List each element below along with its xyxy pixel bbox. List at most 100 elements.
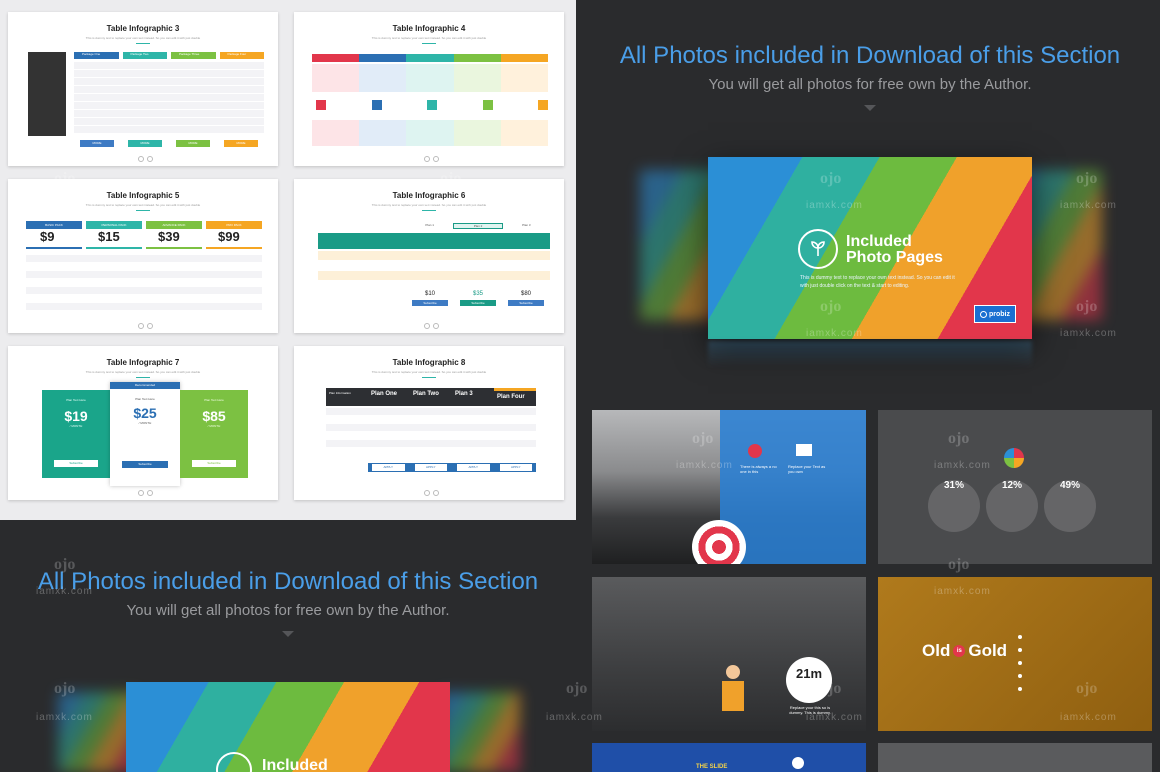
slide-title: Table Infographic 8 [392, 358, 466, 367]
divider [136, 210, 150, 211]
pricing-column: PRO PACK $99 [206, 221, 262, 249]
slide-subtitle: This is dummy text to replace your own t… [371, 203, 487, 207]
next-icon[interactable] [433, 490, 439, 496]
more-button[interactable]: MORE [176, 140, 210, 147]
photo-slide-target[interactable]: There is always a no one in this Replace… [592, 410, 866, 564]
slide-thumbnail[interactable]: Table Infographic 4 This is dummy text t… [294, 12, 564, 166]
recommended-badge: Recommended [110, 382, 180, 389]
next-icon[interactable] [433, 156, 439, 162]
next-icon[interactable] [147, 490, 153, 496]
color-header-bar [312, 54, 549, 62]
plan-name: Plan Text Here [66, 398, 86, 402]
leaf-icon [216, 752, 252, 772]
price: $39 [146, 229, 202, 249]
leaf-icon [798, 229, 838, 269]
apply-button[interactable]: APPLY [414, 464, 447, 471]
subscribe-button[interactable]: Subscribe [122, 461, 168, 468]
row-labels-column [28, 52, 66, 136]
slide-subtitle: This is dummy text to replace your own t… [85, 203, 201, 207]
bullet-list [1018, 635, 1022, 691]
section-heading: All Photos included in Download of this … [596, 42, 1144, 111]
title-word: Gold [968, 641, 1008, 660]
package-header: Package Two [130, 52, 149, 56]
slide-thumbnail[interactable]: Table Infographic 7 This is dummy text t… [8, 346, 278, 500]
subscribe-button[interactable]: Subscribe [54, 460, 98, 467]
photo-slide-partial[interactable] [878, 743, 1152, 772]
slide-subtitle: This is dummy text to replace your own t… [371, 36, 487, 40]
chart-icon [482, 100, 493, 110]
more-button[interactable]: MORE [128, 140, 162, 147]
hero-slide-partial[interactable]: Included [126, 682, 450, 772]
more-button[interactable]: MORE [224, 140, 258, 147]
apply-row: APPLY APPLY APPLY APPLY [368, 463, 536, 472]
photo-slide-stats[interactable]: 31% 12% 49% [878, 410, 1152, 564]
next-icon[interactable] [147, 156, 153, 162]
apply-button[interactable]: APPLY [457, 464, 490, 471]
photo-slide-old-gold[interactable]: Old is Gold [878, 577, 1152, 731]
slide-subtitle: This is dummy text to replace your own t… [85, 370, 201, 374]
timer-circle: 21m [786, 657, 832, 703]
prev-icon[interactable] [424, 490, 430, 496]
price: $99 [206, 229, 262, 249]
slide-title: Table Infographic 6 [392, 191, 466, 200]
slide-caption: There is always a no one in this [740, 464, 777, 474]
slide-thumbnail[interactable]: Table Infographic 3 This is dummy text t… [8, 12, 278, 166]
hero-slide[interactable]: Included Photo Pages This is dummy text … [708, 157, 1032, 339]
subscribe-button[interactable]: Subscribe [412, 300, 448, 306]
plan-card-featured: Recommended Plan Text Here $25 / MONTH S… [110, 382, 180, 486]
slide-thumbnail[interactable]: Table Infographic 6 This is dummy text t… [294, 179, 564, 333]
next-icon[interactable] [147, 323, 153, 329]
person-icon [748, 444, 762, 458]
button-row: MORE MORE MORE MORE [74, 140, 264, 147]
photo-slide-partial[interactable]: THE SLIDE [592, 743, 866, 772]
apply-button[interactable]: APPLY [499, 464, 532, 471]
apply-button[interactable]: APPLY [372, 464, 405, 471]
divider [422, 43, 436, 44]
timer-value: 21m [795, 666, 823, 681]
pricing-column: PERSONAL PACK $15 [86, 221, 142, 249]
plan-name: Plan Text Here [135, 397, 155, 401]
slide-subtitle: This is dummy text to replace your own t… [371, 370, 487, 374]
package-header: Package Four [227, 52, 247, 56]
slide-nav [138, 490, 153, 496]
plan-headers: Plan 1 Plan 2 Plan 3 [406, 223, 550, 229]
prev-icon[interactable] [138, 323, 144, 329]
arrow-down-icon [864, 105, 876, 111]
prev-icon[interactable] [138, 490, 144, 496]
prev-icon[interactable] [138, 156, 144, 162]
photo-slide-timer[interactable]: 21m Replace your this so is dummy. This … [592, 577, 866, 731]
plan-price: $80 [520, 291, 531, 297]
next-icon[interactable] [433, 323, 439, 329]
table-body [26, 255, 262, 311]
plan-price: $85 [202, 408, 226, 424]
subscribe-row: Subscribe Subscribe Subscribe [412, 300, 544, 306]
slide-thumbnail[interactable]: Table Infographic 5 This is dummy text t… [8, 179, 278, 333]
divider [136, 43, 150, 44]
section-subtitle: You will get all photos for free own by … [126, 602, 450, 619]
briefcase-icon [316, 100, 326, 110]
hero-reflection [708, 341, 1032, 367]
plan-header: Plan Two [413, 391, 439, 397]
pricing-column: ADVANCE PACK $39 [146, 221, 202, 249]
monitor-icon [796, 444, 812, 456]
slide-thumbnail[interactable]: Table Infographic 8 This is dummy text t… [294, 346, 564, 500]
table-body [74, 62, 264, 134]
prev-icon[interactable] [424, 156, 430, 162]
title-word: Old [922, 641, 951, 660]
subscribe-button[interactable]: Subscribe [192, 460, 236, 467]
plan-name: Plan Text Here [204, 398, 224, 402]
subscribe-button[interactable]: Subscribe [508, 300, 544, 306]
prev-icon[interactable] [424, 323, 430, 329]
table-body [326, 408, 536, 456]
hero-title-line1: Included [846, 233, 912, 250]
pack-header: PERSONAL PACK [86, 221, 142, 229]
slide-title: Table Infographic 7 [106, 358, 180, 367]
old-is-gold-title: Old is Gold [922, 641, 1007, 661]
feature-header [318, 233, 550, 249]
slide-subtitle: This is dummy text to replace your own t… [85, 36, 201, 40]
hero-text: This is dummy text to replace your own t… [800, 275, 955, 289]
more-button[interactable]: MORE [80, 140, 114, 147]
slide-title: Table Infographic 4 [392, 24, 466, 33]
subscribe-button[interactable]: Subscribe [460, 300, 496, 306]
arrow-down-icon [282, 631, 294, 637]
